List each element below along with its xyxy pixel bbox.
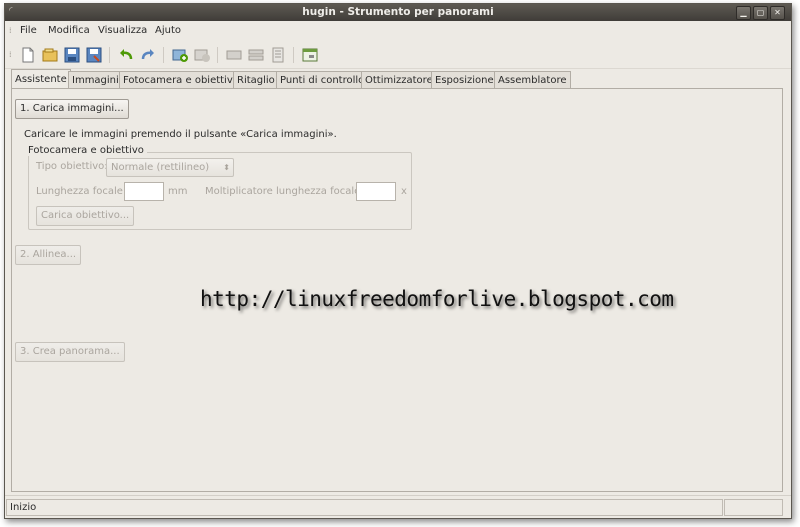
toolbar-separator	[217, 47, 218, 63]
align-icon[interactable]	[247, 46, 265, 64]
title-bar[interactable]: ◜ hugin - Strumento per panorami ▁ ▢ ✕	[5, 4, 791, 21]
status-secondary-field	[724, 499, 783, 516]
menu-ajuto[interactable]: Ajuto	[155, 25, 181, 36]
lens-type-value: Normale (rettilineo)	[111, 162, 210, 173]
lens-type-label: Tipo obiettivo:	[36, 161, 108, 172]
preview-icon[interactable]	[301, 46, 319, 64]
open-project-icon[interactable]	[41, 46, 59, 64]
tab-immagini[interactable]: Immagini	[68, 71, 123, 89]
menu-bar: ⁞ File Modifica Visualizza Ajuto	[5, 22, 791, 41]
tab-fotocamera-obiettivo[interactable]: Fotocamera e obiettivo	[119, 71, 243, 89]
create-panorama-button[interactable]: 3. Crea panorama...	[15, 342, 125, 362]
tab-assistente[interactable]: Assistente	[11, 69, 71, 90]
focal-length-field[interactable]	[124, 182, 164, 201]
toolbar-separator	[109, 47, 110, 63]
status-text: Inizio	[6, 499, 723, 516]
toolbar: ⁞	[5, 42, 791, 69]
assemble-icon[interactable]	[269, 46, 287, 64]
hugin-window: ◜ hugin - Strumento per panorami ▁ ▢ ✕ ⁞…	[4, 3, 792, 519]
camera-lens-group-title: Fotocamera e obiettivo	[25, 145, 147, 156]
align-button[interactable]: 2. Allinea...	[15, 245, 82, 265]
lens-type-select[interactable]: Normale (rettilineo) ⬍	[106, 158, 234, 177]
toolbar-separator	[293, 47, 294, 63]
maximize-button[interactable]: ▢	[753, 6, 768, 20]
tab-ottimizzatore[interactable]: Ottimizzatore	[361, 71, 437, 89]
toolbar-separator	[163, 47, 164, 63]
menu-modifica[interactable]: Modifica	[48, 25, 90, 36]
crop-factor-unit: x	[401, 186, 407, 197]
minimize-button[interactable]: ▁	[736, 6, 751, 20]
instruction-text: Caricare le immagini premendo il pulsant…	[24, 129, 337, 140]
crop-factor-label: Moltiplicatore lunghezza focale:	[205, 186, 364, 197]
save-as-icon[interactable]	[85, 46, 103, 64]
undo-icon[interactable]	[117, 46, 135, 64]
close-button[interactable]: ✕	[770, 6, 785, 20]
tab-ritaglio[interactable]: Ritaglio	[233, 71, 279, 89]
optimize-icon[interactable]	[225, 46, 243, 64]
tab-assemblatore[interactable]: Assemblatore	[494, 71, 571, 89]
status-bar: Inizio	[5, 495, 791, 518]
focal-length-unit: mm	[168, 186, 188, 197]
toolbar-grip-icon: ⁞	[9, 50, 11, 59]
add-images-icon[interactable]	[171, 46, 189, 64]
redo-icon[interactable]	[139, 46, 157, 64]
tab-punti-di-controllo[interactable]: Punti di controllo	[276, 71, 369, 89]
combo-arrows-icon: ⬍	[223, 163, 230, 172]
tab-esposizione[interactable]: Esposizione	[431, 71, 498, 89]
window-title: hugin - Strumento per panorami	[302, 6, 494, 18]
watermark-text: http://linuxfreedomforlive.blogspot.com	[200, 287, 674, 311]
menu-file[interactable]: File	[20, 25, 37, 36]
crop-factor-field[interactable]	[356, 182, 396, 201]
remove-images-icon[interactable]	[193, 46, 211, 64]
new-project-icon[interactable]	[19, 46, 37, 64]
load-images-button[interactable]: 1. Carica immagini...	[15, 99, 129, 119]
save-project-icon[interactable]	[63, 46, 81, 64]
menu-visualizza[interactable]: Visualizza	[98, 25, 147, 36]
load-lens-button[interactable]: Carica obiettivo...	[36, 206, 135, 226]
menubar-grip-icon: ⁞	[9, 26, 11, 35]
focal-length-label: Lunghezza focale:	[36, 186, 127, 197]
